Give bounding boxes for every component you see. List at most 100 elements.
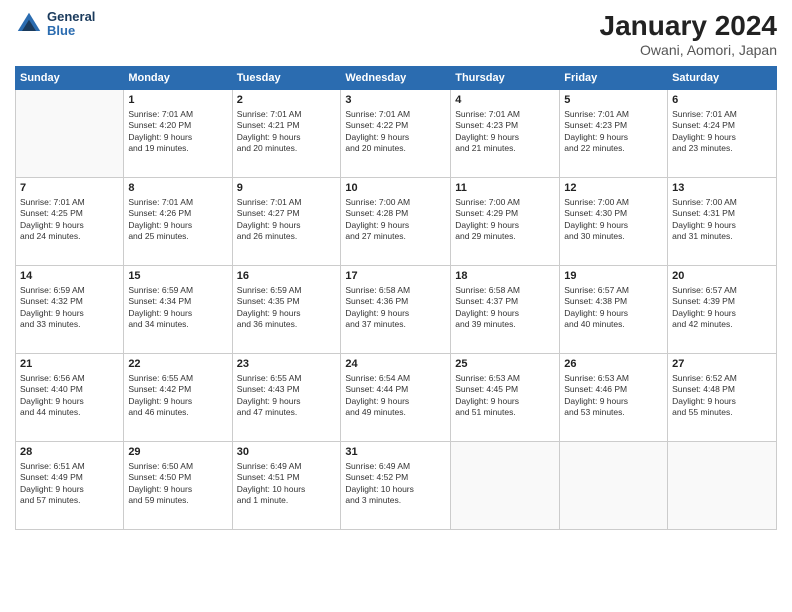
day-info: Sunrise: 6:53 AMSunset: 4:45 PMDaylight:… xyxy=(455,373,555,419)
calendar-cell: 7Sunrise: 7:01 AMSunset: 4:25 PMDaylight… xyxy=(16,178,124,266)
day-info: Sunrise: 6:59 AMSunset: 4:32 PMDaylight:… xyxy=(20,285,119,331)
calendar-week-2: 7Sunrise: 7:01 AMSunset: 4:25 PMDaylight… xyxy=(16,178,777,266)
calendar-cell xyxy=(451,442,560,530)
calendar-cell xyxy=(560,442,668,530)
day-info: Sunrise: 6:53 AMSunset: 4:46 PMDaylight:… xyxy=(564,373,663,419)
logo: General Blue xyxy=(15,10,95,39)
calendar-title: January 2024 xyxy=(600,10,777,42)
day-number: 1 xyxy=(128,93,227,108)
calendar-cell: 31Sunrise: 6:49 AMSunset: 4:52 PMDayligh… xyxy=(341,442,451,530)
day-info: Sunrise: 7:01 AMSunset: 4:25 PMDaylight:… xyxy=(20,197,119,243)
day-number: 3 xyxy=(345,93,446,108)
calendar-cell: 30Sunrise: 6:49 AMSunset: 4:51 PMDayligh… xyxy=(232,442,341,530)
calendar-cell: 14Sunrise: 6:59 AMSunset: 4:32 PMDayligh… xyxy=(16,266,124,354)
day-info: Sunrise: 6:57 AMSunset: 4:38 PMDaylight:… xyxy=(564,285,663,331)
day-info: Sunrise: 7:00 AMSunset: 4:28 PMDaylight:… xyxy=(345,197,446,243)
day-number: 24 xyxy=(345,357,446,372)
calendar-cell: 20Sunrise: 6:57 AMSunset: 4:39 PMDayligh… xyxy=(668,266,777,354)
calendar-subtitle: Owani, Aomori, Japan xyxy=(600,42,777,58)
page: General Blue January 2024 Owani, Aomori,… xyxy=(0,0,792,612)
weekday-header-row: Sunday Monday Tuesday Wednesday Thursday… xyxy=(16,67,777,90)
day-number: 23 xyxy=(237,357,337,372)
calendar-week-1: 1Sunrise: 7:01 AMSunset: 4:20 PMDaylight… xyxy=(16,90,777,178)
day-number: 20 xyxy=(672,269,772,284)
calendar-cell: 8Sunrise: 7:01 AMSunset: 4:26 PMDaylight… xyxy=(124,178,232,266)
calendar-cell xyxy=(668,442,777,530)
day-number: 22 xyxy=(128,357,227,372)
header-sunday: Sunday xyxy=(16,67,124,90)
calendar-cell: 3Sunrise: 7:01 AMSunset: 4:22 PMDaylight… xyxy=(341,90,451,178)
day-info: Sunrise: 7:01 AMSunset: 4:21 PMDaylight:… xyxy=(237,109,337,155)
calendar-cell: 1Sunrise: 7:01 AMSunset: 4:20 PMDaylight… xyxy=(124,90,232,178)
day-number: 31 xyxy=(345,445,446,460)
day-info: Sunrise: 7:01 AMSunset: 4:20 PMDaylight:… xyxy=(128,109,227,155)
day-info: Sunrise: 6:59 AMSunset: 4:34 PMDaylight:… xyxy=(128,285,227,331)
day-number: 9 xyxy=(237,181,337,196)
day-number: 13 xyxy=(672,181,772,196)
day-number: 7 xyxy=(20,181,119,196)
calendar-cell: 5Sunrise: 7:01 AMSunset: 4:23 PMDaylight… xyxy=(560,90,668,178)
day-info: Sunrise: 7:01 AMSunset: 4:26 PMDaylight:… xyxy=(128,197,227,243)
calendar-cell: 26Sunrise: 6:53 AMSunset: 4:46 PMDayligh… xyxy=(560,354,668,442)
day-number: 6 xyxy=(672,93,772,108)
day-number: 30 xyxy=(237,445,337,460)
calendar-cell: 25Sunrise: 6:53 AMSunset: 4:45 PMDayligh… xyxy=(451,354,560,442)
day-number: 2 xyxy=(237,93,337,108)
day-number: 28 xyxy=(20,445,119,460)
calendar-cell: 24Sunrise: 6:54 AMSunset: 4:44 PMDayligh… xyxy=(341,354,451,442)
header-monday: Monday xyxy=(124,67,232,90)
day-number: 12 xyxy=(564,181,663,196)
day-number: 21 xyxy=(20,357,119,372)
day-info: Sunrise: 6:58 AMSunset: 4:36 PMDaylight:… xyxy=(345,285,446,331)
header-saturday: Saturday xyxy=(668,67,777,90)
calendar-cell: 4Sunrise: 7:01 AMSunset: 4:23 PMDaylight… xyxy=(451,90,560,178)
calendar-cell: 22Sunrise: 6:55 AMSunset: 4:42 PMDayligh… xyxy=(124,354,232,442)
day-info: Sunrise: 7:01 AMSunset: 4:27 PMDaylight:… xyxy=(237,197,337,243)
day-number: 26 xyxy=(564,357,663,372)
calendar-cell: 13Sunrise: 7:00 AMSunset: 4:31 PMDayligh… xyxy=(668,178,777,266)
day-info: Sunrise: 6:58 AMSunset: 4:37 PMDaylight:… xyxy=(455,285,555,331)
logo-text: General Blue xyxy=(47,10,95,39)
calendar-cell: 12Sunrise: 7:00 AMSunset: 4:30 PMDayligh… xyxy=(560,178,668,266)
day-number: 17 xyxy=(345,269,446,284)
day-info: Sunrise: 6:50 AMSunset: 4:50 PMDaylight:… xyxy=(128,461,227,507)
day-info: Sunrise: 6:56 AMSunset: 4:40 PMDaylight:… xyxy=(20,373,119,419)
calendar-table: Sunday Monday Tuesday Wednesday Thursday… xyxy=(15,66,777,530)
calendar-cell: 27Sunrise: 6:52 AMSunset: 4:48 PMDayligh… xyxy=(668,354,777,442)
day-info: Sunrise: 7:01 AMSunset: 4:22 PMDaylight:… xyxy=(345,109,446,155)
calendar-cell: 17Sunrise: 6:58 AMSunset: 4:36 PMDayligh… xyxy=(341,266,451,354)
calendar-cell: 23Sunrise: 6:55 AMSunset: 4:43 PMDayligh… xyxy=(232,354,341,442)
calendar-cell: 15Sunrise: 6:59 AMSunset: 4:34 PMDayligh… xyxy=(124,266,232,354)
day-info: Sunrise: 7:00 AMSunset: 4:29 PMDaylight:… xyxy=(455,197,555,243)
day-number: 11 xyxy=(455,181,555,196)
header-thursday: Thursday xyxy=(451,67,560,90)
logo-general: General xyxy=(47,10,95,24)
calendar-cell: 11Sunrise: 7:00 AMSunset: 4:29 PMDayligh… xyxy=(451,178,560,266)
day-info: Sunrise: 7:01 AMSunset: 4:24 PMDaylight:… xyxy=(672,109,772,155)
day-info: Sunrise: 7:01 AMSunset: 4:23 PMDaylight:… xyxy=(564,109,663,155)
calendar-cell: 6Sunrise: 7:01 AMSunset: 4:24 PMDaylight… xyxy=(668,90,777,178)
day-number: 29 xyxy=(128,445,227,460)
calendar-cell: 19Sunrise: 6:57 AMSunset: 4:38 PMDayligh… xyxy=(560,266,668,354)
calendar-cell: 18Sunrise: 6:58 AMSunset: 4:37 PMDayligh… xyxy=(451,266,560,354)
day-info: Sunrise: 6:57 AMSunset: 4:39 PMDaylight:… xyxy=(672,285,772,331)
day-number: 25 xyxy=(455,357,555,372)
logo-icon xyxy=(15,10,43,38)
calendar-cell xyxy=(16,90,124,178)
day-info: Sunrise: 7:01 AMSunset: 4:23 PMDaylight:… xyxy=(455,109,555,155)
calendar-week-5: 28Sunrise: 6:51 AMSunset: 4:49 PMDayligh… xyxy=(16,442,777,530)
calendar-cell: 21Sunrise: 6:56 AMSunset: 4:40 PMDayligh… xyxy=(16,354,124,442)
day-info: Sunrise: 7:00 AMSunset: 4:30 PMDaylight:… xyxy=(564,197,663,243)
day-info: Sunrise: 6:52 AMSunset: 4:48 PMDaylight:… xyxy=(672,373,772,419)
header-tuesday: Tuesday xyxy=(232,67,341,90)
day-number: 18 xyxy=(455,269,555,284)
calendar-cell: 9Sunrise: 7:01 AMSunset: 4:27 PMDaylight… xyxy=(232,178,341,266)
calendar-cell: 28Sunrise: 6:51 AMSunset: 4:49 PMDayligh… xyxy=(16,442,124,530)
day-number: 10 xyxy=(345,181,446,196)
day-number: 27 xyxy=(672,357,772,372)
day-number: 16 xyxy=(237,269,337,284)
day-number: 5 xyxy=(564,93,663,108)
calendar-cell: 2Sunrise: 7:01 AMSunset: 4:21 PMDaylight… xyxy=(232,90,341,178)
day-info: Sunrise: 6:59 AMSunset: 4:35 PMDaylight:… xyxy=(237,285,337,331)
day-info: Sunrise: 7:00 AMSunset: 4:31 PMDaylight:… xyxy=(672,197,772,243)
